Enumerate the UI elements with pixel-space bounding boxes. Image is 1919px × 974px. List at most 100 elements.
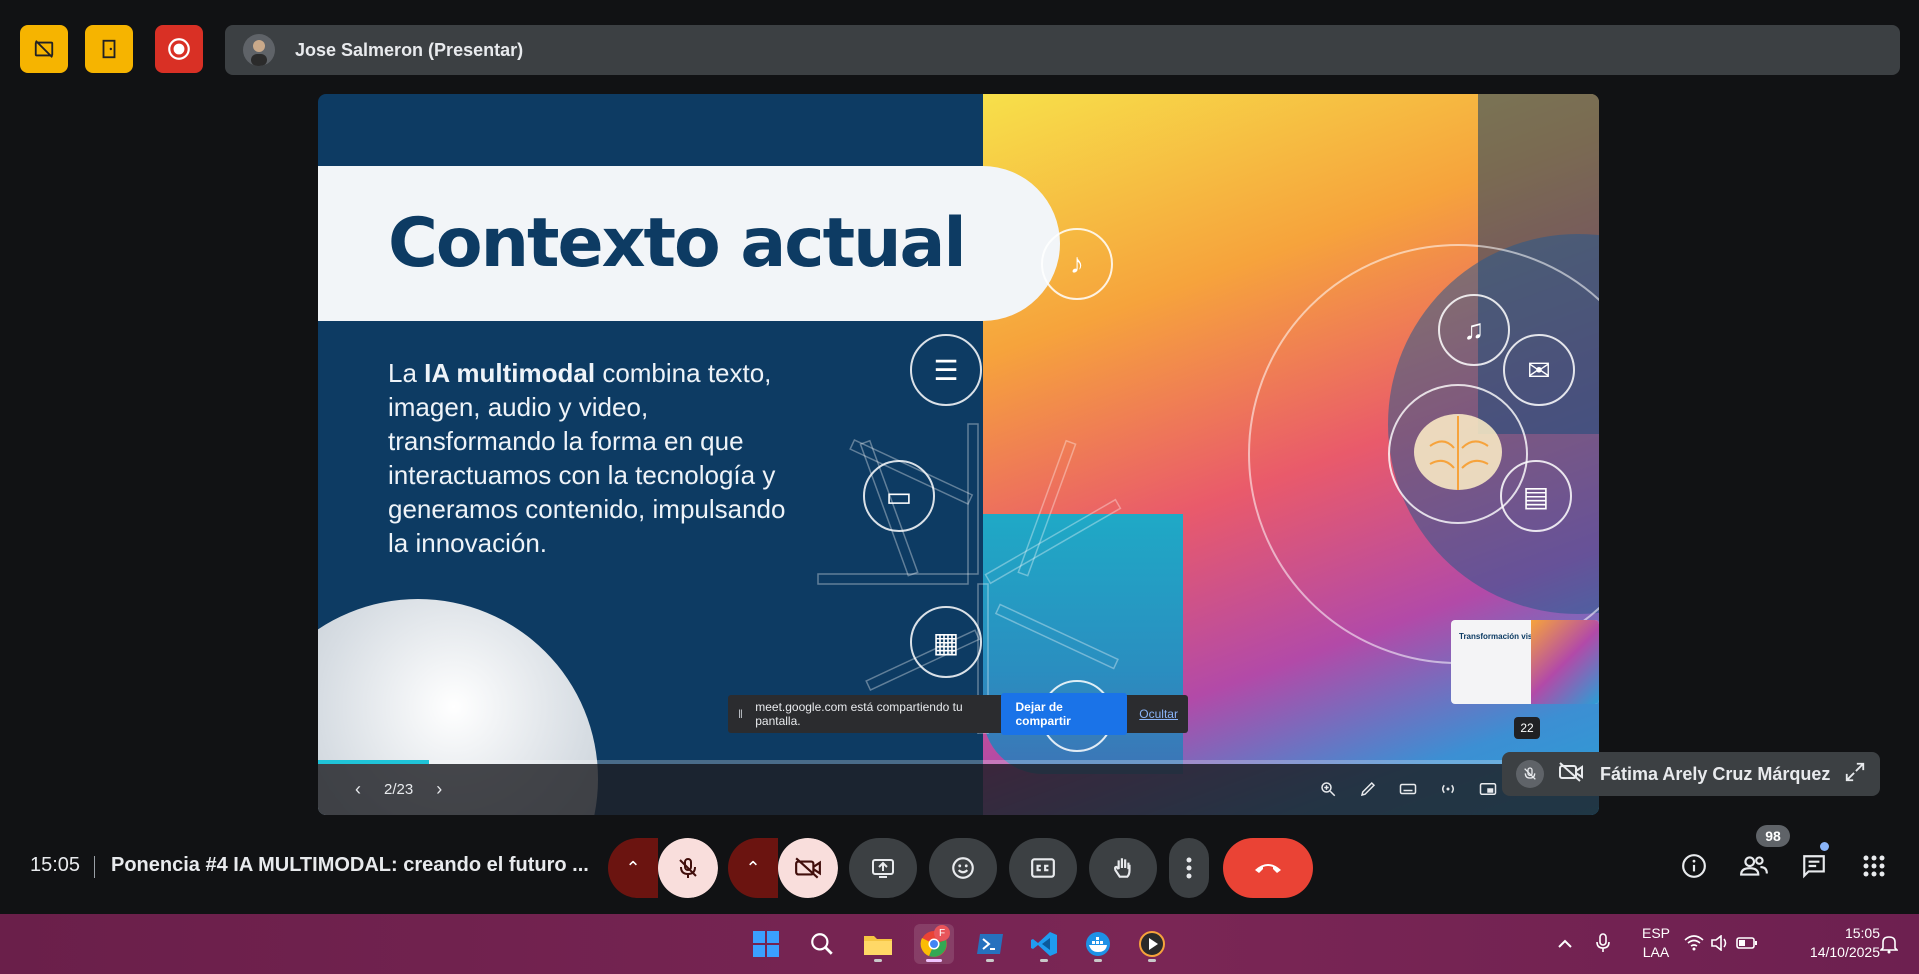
camera-control: ⌃ [728, 838, 838, 898]
meeting-details-button[interactable] [1670, 842, 1718, 890]
exit-room-button[interactable] [85, 25, 133, 73]
presentation-stage: Contexto actual La IA multimodal combina… [318, 94, 1599, 815]
start-button[interactable] [746, 924, 786, 964]
terminal-icon [977, 934, 1003, 954]
recording-button[interactable] [155, 25, 203, 73]
captions-icon [1031, 858, 1055, 878]
hang-up-icon [1255, 864, 1281, 873]
mic-control: ⌃ [608, 838, 718, 898]
docker-button[interactable] [1078, 924, 1118, 964]
next-slide-thumbnail[interactable]: Transformación visual [1451, 620, 1599, 704]
monitor-icon: ▭ [863, 460, 935, 532]
network-sound-battery[interactable] [1684, 914, 1762, 974]
captions-button[interactable] [1009, 838, 1077, 898]
meeting-title: Ponencia #4 IA MULTIMODAL: creando el fu… [111, 854, 589, 876]
notifications-button[interactable] [1880, 914, 1898, 974]
people-icon [1740, 856, 1768, 876]
search-button[interactable] [802, 924, 842, 964]
participant-name: Fátima Arely Cruz Márquez [1600, 763, 1831, 784]
broadcast-icon[interactable] [1437, 778, 1459, 800]
more-control [1169, 838, 1209, 898]
chat-button[interactable] [1790, 842, 1838, 890]
language-code: ESP [1641, 925, 1670, 941]
system-tray [1550, 914, 1626, 974]
camera-off-icon [795, 857, 821, 879]
powershell-button[interactable] [970, 924, 1010, 964]
document-icon: ☰ [910, 334, 982, 406]
pen-icon[interactable] [1357, 778, 1379, 800]
running-indicator [1040, 959, 1048, 962]
mic-off-icon [679, 858, 697, 878]
running-indicator [986, 959, 994, 962]
more-vert-icon [1186, 857, 1192, 879]
page-indicator: 2/23 [384, 781, 414, 798]
participant-tile[interactable]: Fátima Arely Cruz Márquez [1502, 752, 1880, 796]
reactions-button[interactable] [929, 838, 997, 898]
previous-slide-button[interactable]: ‹ [338, 779, 378, 800]
info-icon [1682, 854, 1706, 878]
media-player-button[interactable] [1132, 924, 1172, 964]
wifi-icon [1684, 934, 1710, 954]
clock-time: 15:05 [1844, 925, 1880, 941]
running-indicator [874, 959, 882, 962]
slide-controls: ‹ 2/23 › ⋮ [318, 764, 1599, 815]
input-language-indicator[interactable]: ESP LAA [1636, 924, 1676, 962]
taskbar-clock[interactable]: 15:05 14/10/2025 [1780, 924, 1880, 962]
more-options-button[interactable] [1169, 838, 1209, 898]
camera-off-icon [1558, 761, 1584, 787]
stop-sharing-button[interactable]: Dejar de compartir [1001, 693, 1128, 735]
slide-body-bold: IA multimodal [424, 358, 596, 388]
presentation-off-button[interactable] [20, 25, 68, 73]
slide-title: Contexto actual [388, 204, 967, 283]
present-screen-button[interactable] [849, 838, 917, 898]
analytics-icon: ▤ [1500, 460, 1572, 532]
volume-icon [1710, 933, 1736, 954]
folder-icon [864, 936, 892, 955]
zoom-icon[interactable] [1317, 778, 1339, 800]
windows-taskbar: ESP LAA 15:05 14/10/2025 [0, 914, 1919, 974]
activities-button[interactable] [1850, 842, 1898, 890]
slide-title-pill: Contexto actual [318, 166, 1060, 321]
people-button[interactable] [1730, 842, 1778, 890]
next-slide-button[interactable]: › [419, 779, 459, 800]
presenter-bar[interactable]: Jose Salmeron (Presentar) [225, 25, 1900, 75]
reactions-control [929, 838, 997, 898]
presenter-name: Jose Salmeron (Presentar) [295, 39, 524, 60]
expand-icon[interactable] [1844, 761, 1866, 788]
screen-share-banner: ‖ meet.google.com está compartiendo tu p… [728, 693, 1188, 735]
docker-icon [1086, 932, 1110, 956]
search-icon [811, 933, 833, 955]
video-options-button[interactable]: ⌃ [728, 838, 778, 898]
tray-overflow-chevron-icon[interactable] [1550, 936, 1580, 952]
play-circle-icon [1139, 931, 1165, 957]
raise-hand-button[interactable] [1089, 838, 1157, 898]
windows-logo-icon [753, 931, 779, 957]
hide-banner-link[interactable]: Ocultar [1139, 707, 1178, 721]
running-indicator [1094, 959, 1102, 962]
share-message: meet.google.com está compartiendo tu pan… [755, 700, 963, 728]
camera-toggle-button[interactable] [778, 838, 838, 898]
file-explorer-button[interactable] [858, 924, 898, 964]
notification-bell-icon [1880, 936, 1898, 954]
vscode-button[interactable] [1024, 924, 1064, 964]
slide-body-rest: combina texto, imagen, audio y video, tr… [388, 358, 786, 558]
captions-control [1009, 838, 1077, 898]
slides-off-icon [34, 40, 54, 58]
end-call-button[interactable] [1223, 838, 1313, 898]
mic-toggle-button[interactable] [658, 838, 718, 898]
participants-count-badge: 98 [1756, 825, 1790, 847]
audio-wave-icon: ♫ [1438, 294, 1510, 366]
meeting-controls-bar: 15:05 Ponencia #4 IA MULTIMODAL: creando… [0, 826, 1919, 906]
microphone-icon[interactable] [1580, 932, 1626, 956]
audio-options-button[interactable]: ⌃ [608, 838, 658, 898]
active-indicator [926, 959, 942, 962]
battery-icon [1736, 936, 1762, 952]
thumbnail-slide-number: 22 [1514, 717, 1540, 739]
hand-icon [1113, 858, 1131, 878]
picture-in-picture-icon[interactable] [1477, 778, 1499, 800]
keyboard-layout: LAA [1642, 944, 1670, 960]
end-call-control [1223, 838, 1313, 898]
thumbnail-image [1531, 620, 1599, 704]
emoji-icon [952, 857, 974, 879]
keyboard-icon[interactable] [1397, 778, 1419, 800]
